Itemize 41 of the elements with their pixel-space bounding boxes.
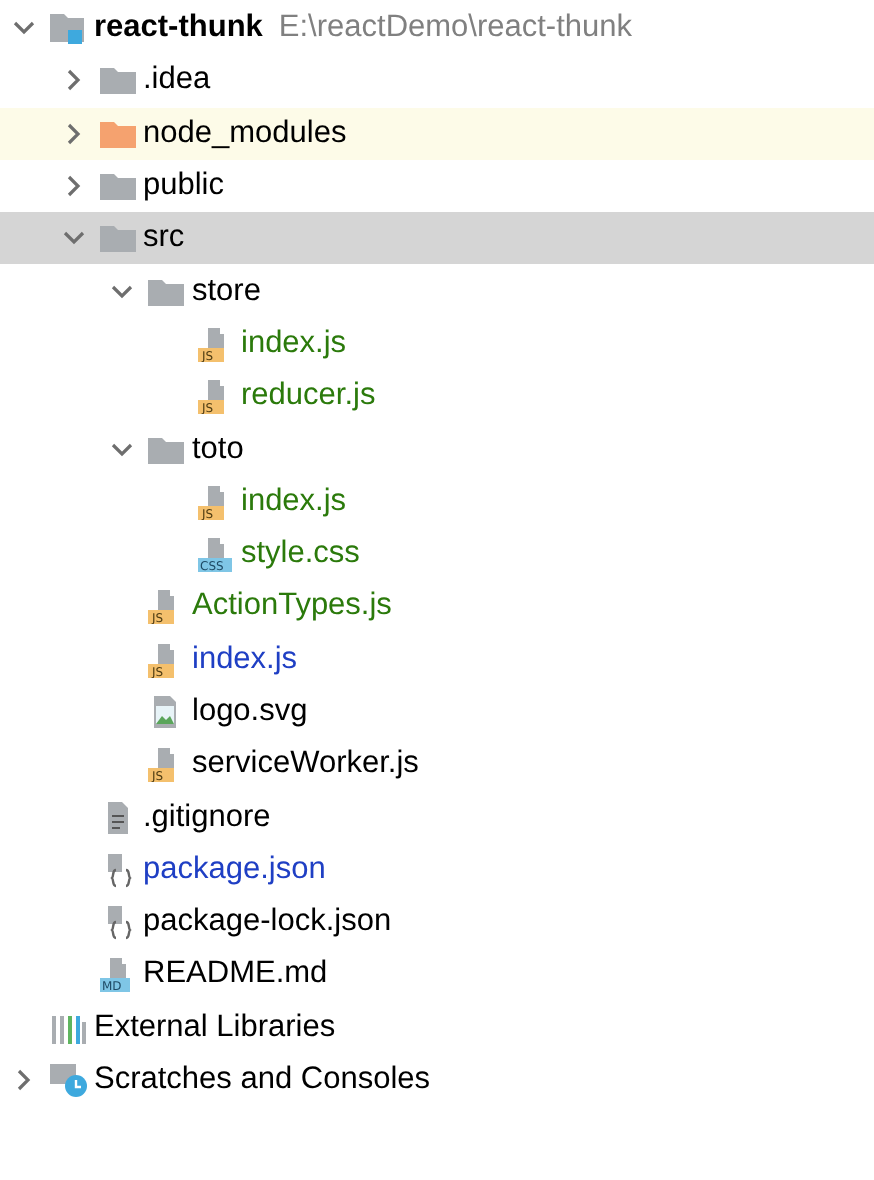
item-name: README.md (143, 956, 328, 993)
tree-row[interactable]: package.json (0, 843, 874, 897)
tree-row[interactable]: src (0, 212, 874, 265)
item-name: reducer.js (241, 378, 376, 415)
item-name: index.js (241, 325, 347, 362)
tree-row[interactable]: .idea (0, 54, 874, 108)
item-name: Scratches and Consoles (94, 1062, 431, 1099)
item-name: package.json (143, 851, 326, 888)
item-name: node_modules (143, 115, 347, 152)
item-name: index.js (192, 641, 298, 678)
item-name: src (143, 220, 185, 257)
tree-row[interactable]: External Libraries (0, 1001, 874, 1054)
item-name: logo.svg (192, 694, 308, 730)
scratches-icon (48, 1062, 88, 1099)
item-name: External Libraries (94, 1009, 336, 1046)
item-name: index.js (241, 483, 347, 520)
item-name: ActionTypes.js (192, 588, 392, 625)
folder-icon (97, 220, 137, 257)
item-name: react-thunk (94, 10, 263, 47)
folder-icon (97, 168, 137, 205)
tree-row[interactable]: toto (0, 422, 874, 476)
item-name: .gitignore (143, 799, 271, 836)
tree-row[interactable]: react-thunk E:\reactDemo\react-thunk (0, 2, 874, 55)
item-name: serviceWorker.js (192, 746, 419, 783)
tree-row[interactable]: Scratches and Consoles (0, 1053, 874, 1107)
tree-row[interactable]: logo.svg (0, 685, 874, 739)
project-folder-icon (48, 10, 88, 47)
tree-row[interactable]: node_modules (0, 107, 874, 160)
tree-row[interactable]: store (0, 264, 874, 318)
item-name: package-lock.json (143, 904, 392, 941)
chevron-right-icon[interactable] (12, 1068, 36, 1093)
tree-row[interactable]: .gitignore (0, 790, 874, 844)
item-name: .idea (143, 62, 211, 99)
folder-icon (97, 62, 137, 99)
tree-row[interactable]: package-lock.json (0, 896, 874, 949)
item-name: store (192, 273, 261, 310)
item-name: style.css (241, 536, 360, 573)
item-name: public (143, 168, 224, 205)
project-path: E:\reactDemo\react-thunk (278, 10, 633, 47)
item-name: toto (192, 431, 244, 468)
tree-row[interactable]: public (0, 159, 874, 213)
